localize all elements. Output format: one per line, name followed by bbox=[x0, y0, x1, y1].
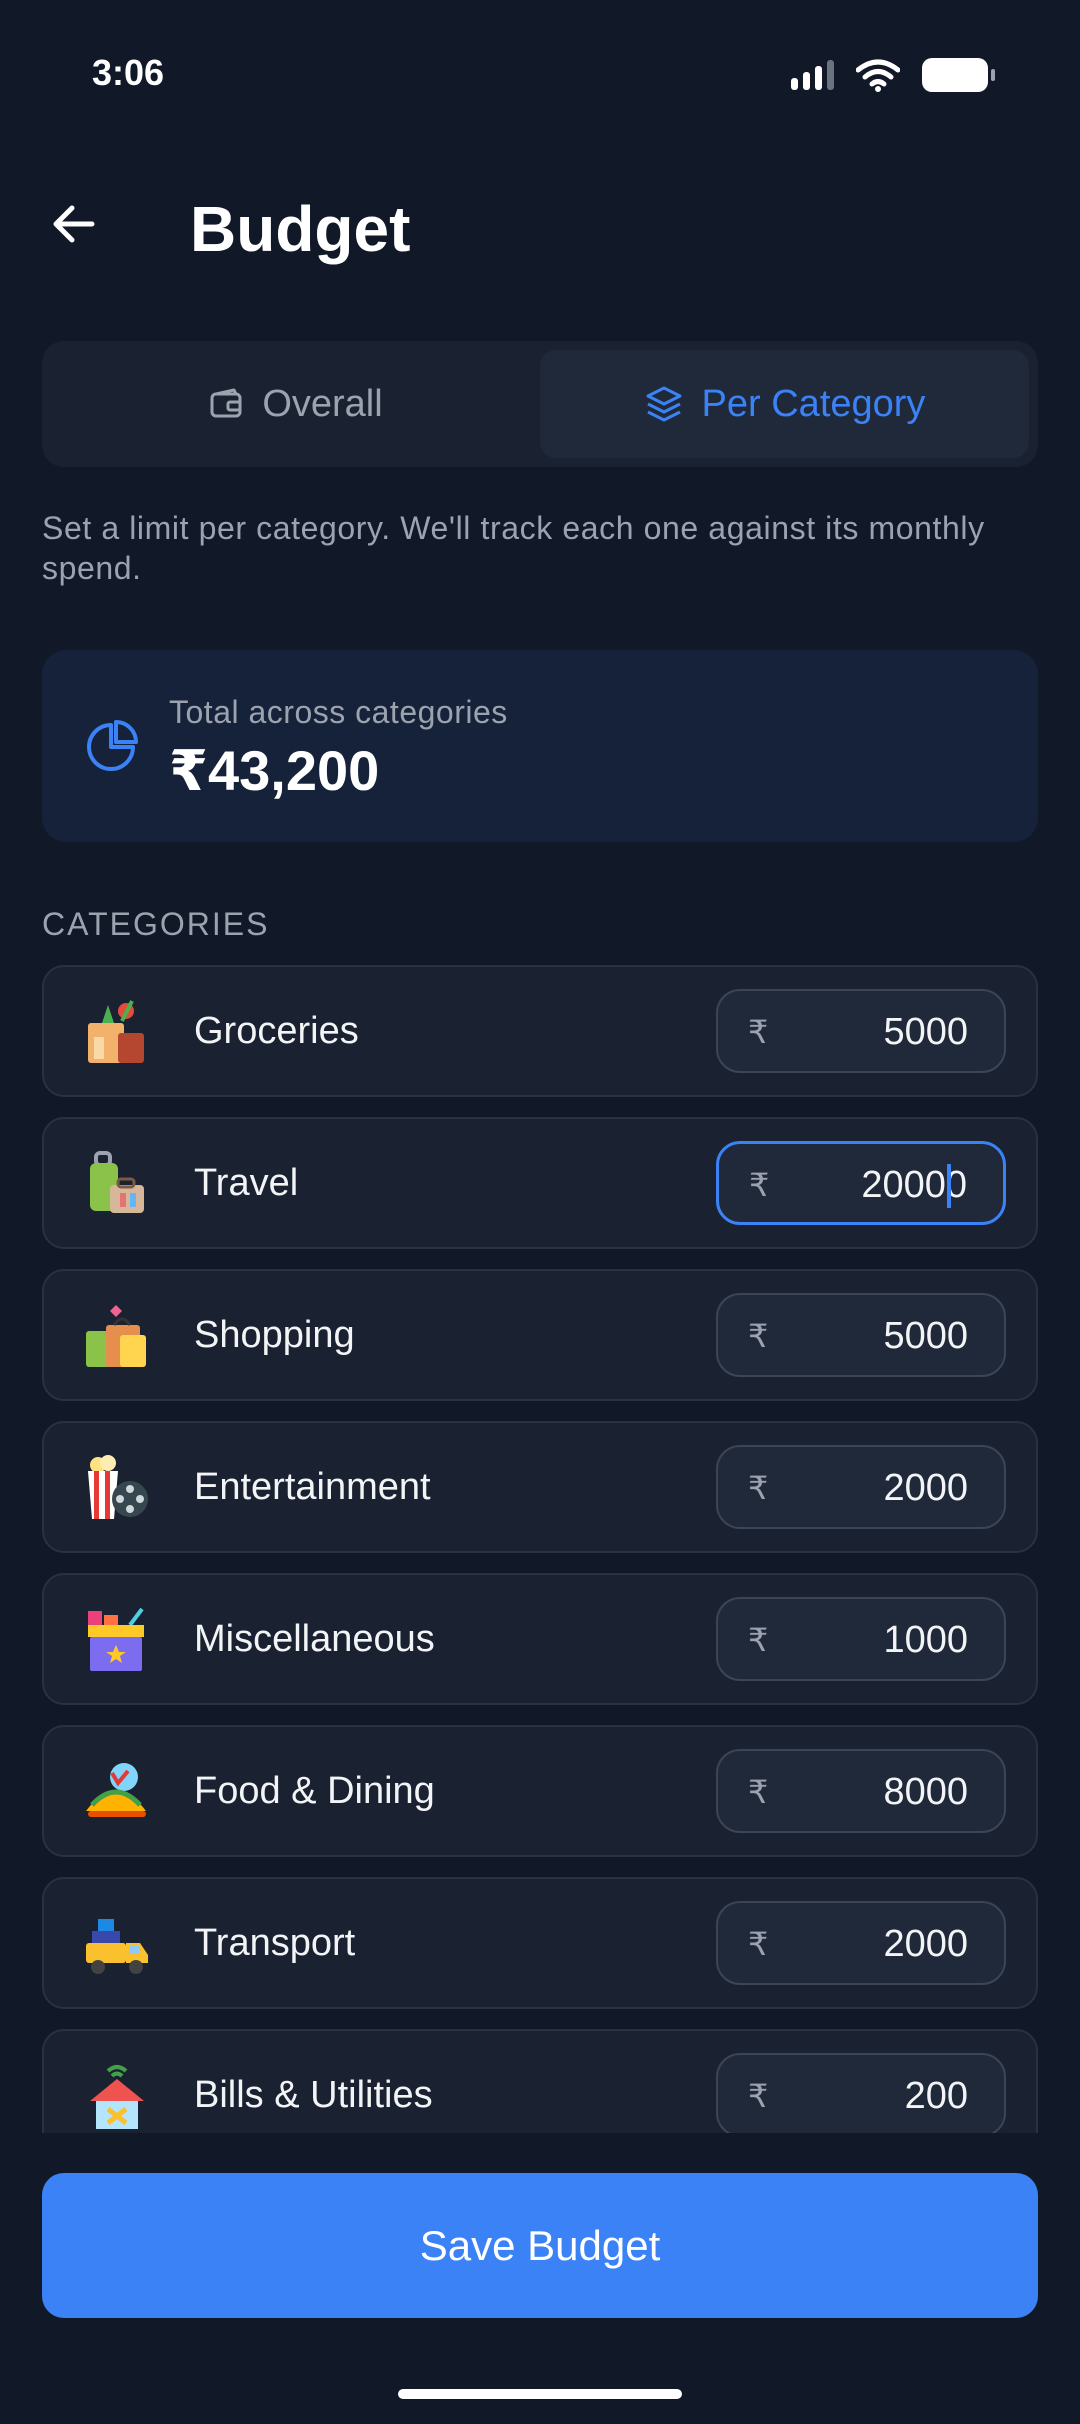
category-row-transport: Transport ₹ 2000 bbox=[42, 1877, 1038, 2009]
currency-symbol: ₹ bbox=[748, 1318, 769, 1354]
pie-chart-icon bbox=[87, 720, 138, 771]
category-name: Transport bbox=[194, 1922, 356, 1964]
truck-icon bbox=[86, 1919, 148, 1974]
category-row-groceries: Groceries ₹ 5000 bbox=[42, 965, 1038, 1097]
wallet-icon bbox=[210, 388, 242, 418]
amount-value: 1000 bbox=[883, 1619, 968, 1661]
amount-input-transport[interactable]: ₹ 2000 bbox=[716, 1901, 1006, 1985]
grocery-bag-icon bbox=[88, 1000, 144, 1063]
category-name: Entertainment bbox=[194, 1466, 431, 1508]
total-label: Total across categories bbox=[169, 694, 508, 730]
category-row-shopping: Shopping ₹ 5000 bbox=[42, 1269, 1038, 1401]
category-list[interactable]: Groceries ₹ 5000 Travel ₹ 20000 Shopping… bbox=[42, 965, 1038, 2133]
amount-input-groceries[interactable]: ₹ 5000 bbox=[716, 989, 1006, 1073]
signal-icon bbox=[791, 60, 834, 90]
house-wifi-icon bbox=[90, 2065, 144, 2129]
amount-value: 5000 bbox=[883, 1315, 968, 1357]
shopping-bags-icon bbox=[86, 1305, 146, 1367]
luggage-icon bbox=[90, 1151, 144, 1213]
amount-input-food-dining[interactable]: ₹ 8000 bbox=[716, 1749, 1006, 1833]
amount-input-miscellaneous[interactable]: ₹ 1000 bbox=[716, 1597, 1006, 1681]
amount-value: 5000 bbox=[883, 1011, 968, 1053]
status-time: 3:06 bbox=[92, 52, 165, 93]
category-row-entertainment: Entertainment ₹ 2000 bbox=[42, 1421, 1038, 1553]
page-title: Budget bbox=[190, 193, 411, 265]
popcorn-film-icon bbox=[88, 1455, 148, 1519]
tab-overall[interactable]: Overall bbox=[51, 350, 540, 458]
category-name: Food & Dining bbox=[194, 1770, 435, 1812]
category-name: Groceries bbox=[194, 1010, 359, 1052]
tab-per-category-label: Per Category bbox=[701, 382, 926, 425]
amount-value: 200 bbox=[904, 2075, 968, 2117]
category-row-food-dining: Food & Dining ₹ 8000 bbox=[42, 1725, 1038, 1857]
section-label: CATEGORIES bbox=[42, 906, 270, 942]
currency-symbol: ₹ bbox=[748, 1470, 769, 1506]
category-row-travel: Travel ₹ 20000 bbox=[42, 1117, 1038, 1249]
category-name: Shopping bbox=[194, 1314, 355, 1356]
category-name: Travel bbox=[194, 1162, 299, 1204]
amount-input-shopping[interactable]: ₹ 5000 bbox=[716, 1293, 1006, 1377]
layers-icon bbox=[646, 386, 682, 422]
budget-mode-tabs: Overall Per Category bbox=[42, 341, 1038, 467]
arrow-left-icon bbox=[53, 205, 95, 243]
tab-per-category[interactable]: Per Category bbox=[540, 350, 1029, 458]
helper-text: Set a limit per category. We'll track ea… bbox=[42, 510, 985, 586]
taco-icon bbox=[86, 1763, 146, 1817]
tab-overall-label: Overall bbox=[262, 382, 383, 425]
category-name: Miscellaneous bbox=[194, 1618, 435, 1660]
amount-input-entertainment[interactable]: ₹ 2000 bbox=[716, 1445, 1006, 1529]
currency-symbol: ₹ bbox=[748, 1014, 769, 1050]
category-row-bills-utilities: Bills & Utilities ₹ 200 bbox=[42, 2029, 1038, 2133]
box-icon bbox=[88, 1607, 144, 1671]
text-caret bbox=[947, 1164, 951, 1208]
status-bar: 3:06 bbox=[0, 0, 1080, 150]
total-card: Total across categories ₹43,200 bbox=[42, 650, 1038, 842]
battery-icon bbox=[922, 58, 995, 92]
currency-symbol: ₹ bbox=[748, 1926, 769, 1962]
status-icons bbox=[791, 58, 995, 92]
category-row-miscellaneous: Miscellaneous ₹ 1000 bbox=[42, 1573, 1038, 1705]
currency-symbol: ₹ bbox=[748, 1622, 769, 1658]
home-indicator[interactable] bbox=[398, 2389, 682, 2399]
currency-symbol: ₹ bbox=[748, 2078, 769, 2114]
save-budget-button[interactable]: Save Budget bbox=[42, 2173, 1038, 2318]
total-value: ₹43,200 bbox=[169, 739, 380, 802]
wifi-icon bbox=[856, 59, 900, 92]
amount-input-travel[interactable]: ₹ 20000 bbox=[716, 1141, 1006, 1225]
amount-value: 8000 bbox=[883, 1771, 968, 1813]
back-button[interactable] bbox=[44, 194, 104, 254]
currency-symbol: ₹ bbox=[749, 1167, 770, 1203]
amount-input-bills-utilities[interactable]: ₹ 200 bbox=[716, 2053, 1006, 2133]
currency-symbol: ₹ bbox=[748, 1774, 769, 1810]
header: Budget bbox=[0, 180, 1080, 270]
amount-value: 2000 bbox=[883, 1467, 968, 1509]
category-name: Bills & Utilities bbox=[194, 2074, 433, 2116]
amount-value: 20000 bbox=[861, 1164, 967, 1206]
amount-value: 2000 bbox=[883, 1923, 968, 1965]
